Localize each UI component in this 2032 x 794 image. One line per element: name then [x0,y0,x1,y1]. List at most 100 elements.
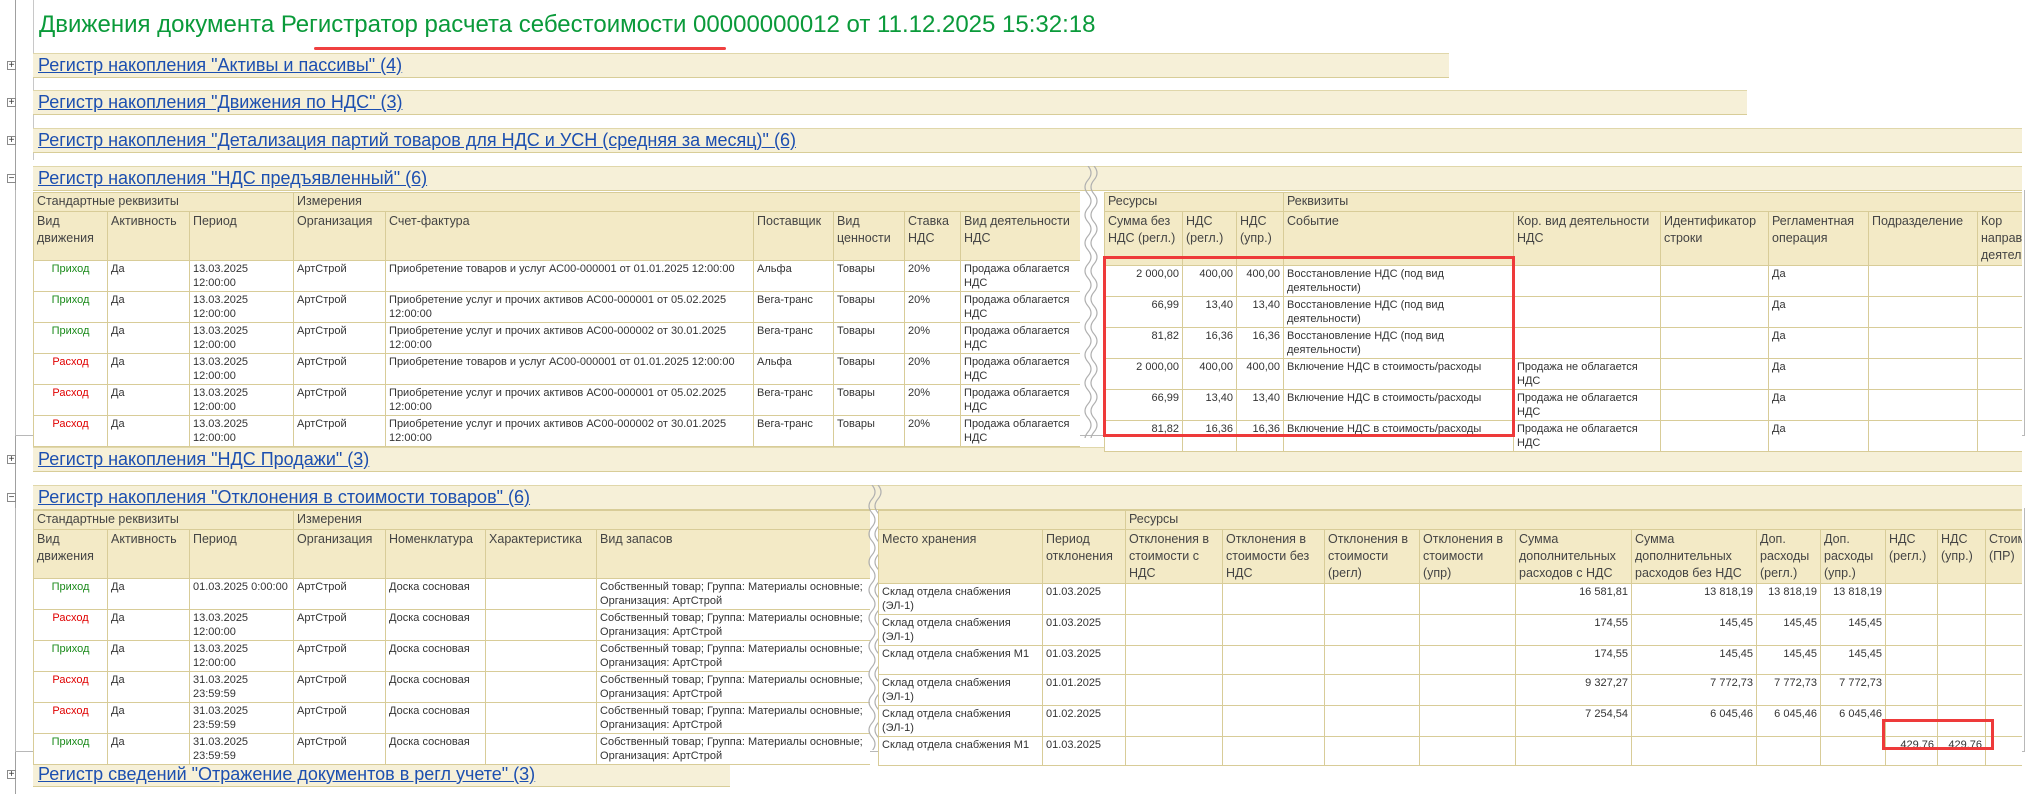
column-header[interactable]: Вид запасов [596,529,870,579]
table-row[interactable]: Расход Да 31.03.2025 23:59:59 АртСтрой Доска… [33,702,870,734]
column-header[interactable]: Вид деятельности НДС [960,211,1080,261]
column-header[interactable]: Период отклонения [1042,529,1126,584]
column-header[interactable]: Кор направ деятел [1976,211,2022,266]
expand-toggle-icon[interactable]: + [7,136,16,146]
table-cell: 13.03.2025 12:00:00 [188,260,295,292]
table-row[interactable]: 66,99 13,40 13,40 Включение НДС в стоимость… [1104,389,2022,421]
table-cell: 16,36 [1236,327,1284,359]
table-cell: Расход [33,353,108,385]
table-row[interactable]: Расход Да 13.03.2025 12:00:00 АртСтрой Приоб… [33,384,1080,416]
table-row[interactable]: 81,82 16,36 16,36 Восстановление НДС (под в… [1104,327,2022,359]
column-header[interactable]: Вид ценности [833,211,906,261]
table-row[interactable]: Приход Да 13.03.2025 12:00:00 АртСтрой Приоб… [33,322,1080,354]
table-cell: 400,00 [1182,358,1237,390]
register-link[interactable]: Регистр накопления "Детализация партий т… [38,130,796,151]
expand-toggle-icon[interactable]: + [7,455,16,465]
column-header[interactable]: Доп. расходы (регл.) [1756,529,1821,584]
table-cell: Да [107,291,190,323]
register-link[interactable]: Регистр сведений "Отражение документов в… [38,764,535,785]
column-header[interactable]: Сумма дополнительных расходов с НДС [1515,529,1632,584]
table-row[interactable]: Расход Да 31.03.2025 23:59:59 АртСтрой Доска… [33,671,870,703]
column-header[interactable]: Вид движения [33,529,108,579]
table-row[interactable]: Склад отдела снабжения М1 01.03.2025 429,7… [878,736,2022,766]
register-link[interactable]: Регистр накопления "НДС предъявленный" (… [38,168,427,189]
table-cell: Доска сосновая [385,702,487,734]
table-row[interactable]: 81,82 16,36 16,36 Включение НДС в стоимость… [1104,420,2022,452]
table-cell [1937,583,1986,615]
column-header[interactable]: Организация [293,529,387,579]
column-header[interactable]: Активность [107,529,190,579]
table-cell [1885,705,1938,737]
table-cell: 01.03.2025 [1042,736,1126,766]
table-cell: 66,99 [1104,389,1183,421]
column-header[interactable]: Подразделение [1868,211,1978,266]
table-row[interactable]: Приход Да 13.03.2025 12:00:00 АртСтрой Приоб… [33,291,1080,323]
table-row[interactable]: Склад отдела снабжения (ЭЛ-1) 01.02.2025 7… [878,705,2022,737]
column-header[interactable]: НДС (упр.) [1236,211,1284,266]
table-cell: 13,40 [1236,389,1284,421]
table-cell [1125,614,1223,646]
table-row[interactable]: Приход Да 13.03.2025 12:00:00 АртСтрой Доска… [33,640,870,672]
expand-toggle-icon[interactable]: + [7,98,16,108]
table-row[interactable]: Приход Да 31.03.2025 23:59:59 АртСтрой Доска… [33,733,870,765]
register-link[interactable]: Регистр накопления "Активы и пассивы" (4… [38,55,402,76]
column-header[interactable]: Период [188,529,295,579]
column-header[interactable]: Идентификатор строки [1660,211,1769,266]
column-header[interactable]: Ставка НДС [904,211,962,261]
table-row[interactable]: Приход Да 13.03.2025 12:00:00 АртСтрой Приоб… [33,260,1080,292]
column-header[interactable]: Доп. расходы (упр.) [1820,529,1886,584]
column-header[interactable]: Характеристика [485,529,598,579]
table-row[interactable]: 66,99 13,40 13,40 Восстановление НДС (под в… [1104,296,2022,328]
table-cell: Приобретение услуг и прочих активов АС00… [385,322,755,354]
expand-toggle-icon[interactable]: + [7,61,16,71]
table-cell: 429,76 [1885,736,1938,766]
column-header[interactable]: Сумма дополнительных расходов без НДС [1631,529,1757,584]
column-header[interactable]: Вид движения [33,211,108,261]
column-header[interactable]: Активность [107,211,190,261]
column-header[interactable]: Поставщик [753,211,835,261]
table-cell: Приобретение услуг и прочих активов АС00… [385,291,755,323]
table-row[interactable]: Приход Да 01.03.2025 0:00:00 АртСтрой Доска … [33,578,870,610]
register-link[interactable]: Регистр накопления "НДС Продажи" (3) [38,449,369,470]
table-row[interactable]: 2 000,00 400,00 400,00 Восстановление НДС (… [1104,265,2022,297]
collapse-toggle-icon[interactable]: − [7,174,16,184]
register-link[interactable]: Регистр накопления "Отклонения в стоимос… [38,487,530,508]
column-header[interactable]: НДС (регл.) [1885,529,1938,584]
column-header[interactable]: Место хранения [878,529,1043,584]
table-row[interactable]: Расход Да 13.03.2025 12:00:00 АртСтрой Доска… [33,609,870,641]
column-header[interactable]: Отклонения в стоимости с НДС [1125,529,1223,584]
table-row[interactable]: Склад отдела снабжения (ЭЛ-1) 01.03.2025 1… [878,583,2022,615]
column-header[interactable]: Номенклатура [385,529,487,579]
table-row[interactable]: Расход Да 13.03.2025 12:00:00 АртСтрой Приоб… [33,353,1080,385]
table-cell [1125,674,1223,706]
column-header[interactable]: Организация [293,211,387,261]
column-header[interactable]: Отклонения в стоимости без НДС [1222,529,1325,584]
table-row[interactable]: 2 000,00 400,00 400,00 Включение НДС в стои… [1104,358,2022,390]
table-row[interactable]: Расход Да 13.03.2025 12:00:00 АртСтрой Приоб… [33,415,1080,447]
table-cell [485,640,598,672]
column-header[interactable]: Регламентная операция [1768,211,1869,266]
movements-table: Ресурсы Реквизиты Сумма без НДС (регл.) НДС… [1104,192,2022,452]
table-cell: 81,82 [1104,420,1183,452]
collapse-toggle-icon[interactable]: − [7,493,16,503]
table-cell [1513,296,1661,328]
column-header[interactable]: Событие [1283,211,1514,266]
register-link[interactable]: Регистр накопления "Движения по НДС" (3) [38,92,402,113]
table-row[interactable]: Склад отдела снабжения (ЭЛ-1) 01.03.2025 1… [878,614,2022,646]
column-header[interactable]: Период [188,211,295,261]
expand-toggle-icon[interactable]: + [7,770,16,780]
column-header[interactable]: НДС (регл.) [1182,211,1237,266]
column-header[interactable]: Стоим (ПР) [1984,529,2022,584]
table-row[interactable]: Склад отдела снабжения (ЭЛ-1) 01.01.2025 9… [878,674,2022,706]
table-cell: 13.03.2025 12:00:00 [188,322,295,354]
table-row[interactable]: Склад отдела снабжения М1 01.03.2025 174,5… [878,645,2022,675]
table-cell: 400,00 [1236,265,1284,297]
column-header[interactable]: Кор. вид деятельности НДС [1513,211,1661,266]
column-header[interactable]: Счет-фактура [385,211,755,261]
table-cell [1937,674,1986,706]
column-header[interactable]: Сумма без НДС (регл.) [1104,211,1183,266]
column-header[interactable]: Отклонения в стоимости (регл) [1324,529,1420,584]
column-header[interactable]: Отклонения в стоимости (упр) [1419,529,1516,584]
column-header[interactable]: НДС (упр.) [1937,529,1986,584]
table-cell: Вега-транс [753,415,835,447]
